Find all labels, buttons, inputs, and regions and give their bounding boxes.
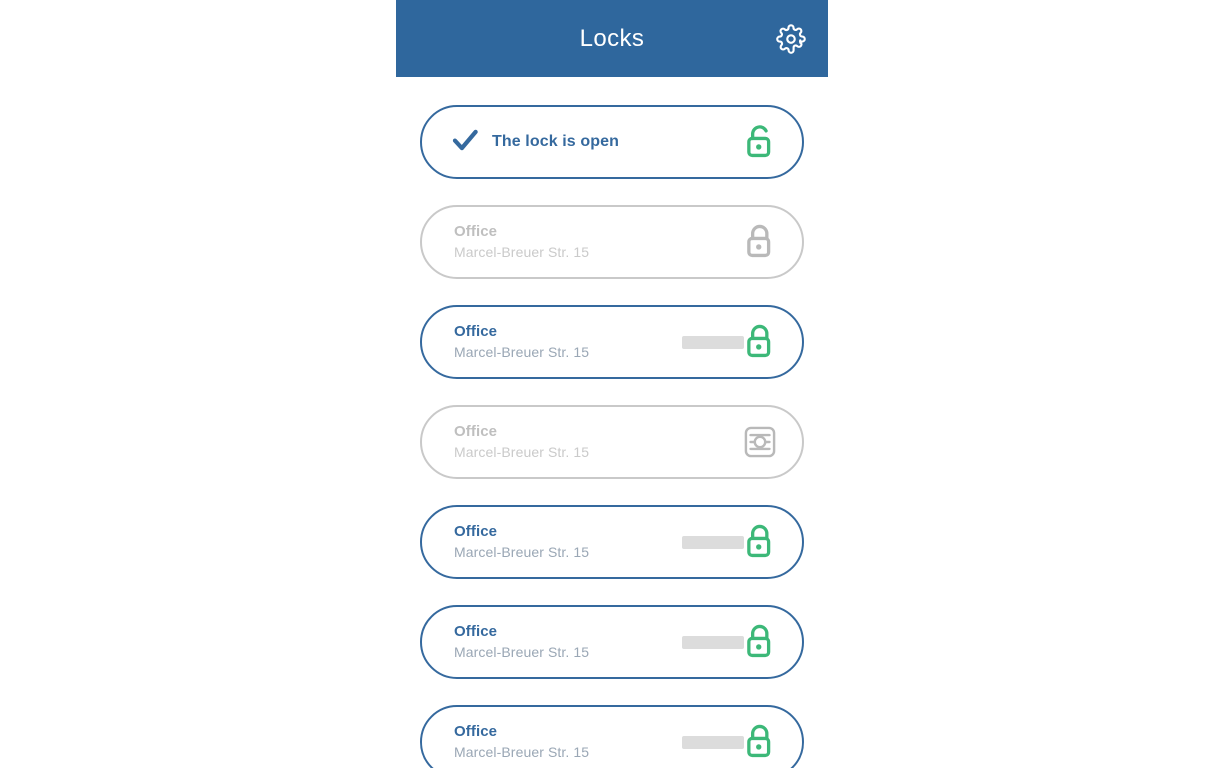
card-text-group: Office Marcel-Breuer Str. 15 xyxy=(454,424,732,460)
unlock-slider-track[interactable] xyxy=(682,735,744,749)
check-icon xyxy=(450,125,480,160)
lock-address: Marcel-Breuer Str. 15 xyxy=(454,243,590,260)
app-root: Locks The lock is open Office Marcel-Bre… xyxy=(0,0,1224,768)
lock-name: Office xyxy=(454,723,498,741)
unlock-slider-track[interactable] xyxy=(682,335,744,349)
list-item[interactable]: The lock is open xyxy=(420,105,804,179)
card-text-group: Office Marcel-Breuer Str. 15 xyxy=(454,724,674,760)
lock-closed-icon[interactable] xyxy=(740,620,780,664)
lock-closed-icon[interactable] xyxy=(740,320,780,364)
lock-address: Marcel-Breuer Str. 15 xyxy=(454,743,590,760)
page-title: Locks xyxy=(579,24,645,52)
list-item[interactable]: Office Marcel-Breuer Str. 15 xyxy=(420,505,804,579)
lock-name: Office xyxy=(454,323,498,341)
card-controls xyxy=(682,520,780,564)
lock-name: Office xyxy=(454,623,498,641)
phone-viewport: Locks The lock is open Office Marcel-Bre… xyxy=(396,0,828,768)
card-text-group: Office Marcel-Breuer Str. 15 xyxy=(454,624,674,660)
unlock-slider-track[interactable] xyxy=(682,535,744,549)
lock-closed-icon[interactable] xyxy=(740,720,780,764)
card-controls xyxy=(682,320,780,364)
lock-address: Marcel-Breuer Str. 15 xyxy=(454,643,590,660)
card-text-group: Office Marcel-Breuer Str. 15 xyxy=(454,324,674,360)
unlock-slider-track[interactable] xyxy=(682,635,744,649)
lock-open-icon[interactable] xyxy=(740,120,780,164)
list-item: Office Marcel-Breuer Str. 15 xyxy=(420,205,804,279)
lock-name: Office xyxy=(454,423,498,441)
card-controls xyxy=(740,120,780,164)
gear-icon[interactable] xyxy=(770,18,812,60)
list-item[interactable]: Office Marcel-Breuer Str. 15 xyxy=(420,605,804,679)
card-controls xyxy=(682,620,780,664)
card-controls xyxy=(682,720,780,764)
card-controls xyxy=(740,420,780,464)
lock-address: Marcel-Breuer Str. 15 xyxy=(454,343,590,360)
list-item[interactable]: Office Marcel-Breuer Str. 15 xyxy=(420,305,804,379)
list-item[interactable]: Office Marcel-Breuer Str. 15 xyxy=(420,705,804,768)
lock-name: Office xyxy=(454,223,498,241)
card-text-group: Office Marcel-Breuer Str. 15 xyxy=(454,524,674,560)
lock-address: Marcel-Breuer Str. 15 xyxy=(454,543,590,560)
lock-name: Office xyxy=(454,523,498,541)
lock-address: Marcel-Breuer Str. 15 xyxy=(454,443,590,460)
list-item: Office Marcel-Breuer Str. 15 xyxy=(420,405,804,479)
lock-closed-icon xyxy=(740,220,780,264)
app-header: Locks xyxy=(396,0,828,77)
card-text-group: Office Marcel-Breuer Str. 15 xyxy=(454,224,732,260)
lock-status-label: The lock is open xyxy=(492,133,619,150)
card-controls xyxy=(740,220,780,264)
lock-status-row: The lock is open xyxy=(450,125,732,160)
locks-list: The lock is open Office Marcel-Breuer St… xyxy=(396,77,828,768)
door-opener-icon xyxy=(740,420,780,464)
lock-closed-icon[interactable] xyxy=(740,520,780,564)
